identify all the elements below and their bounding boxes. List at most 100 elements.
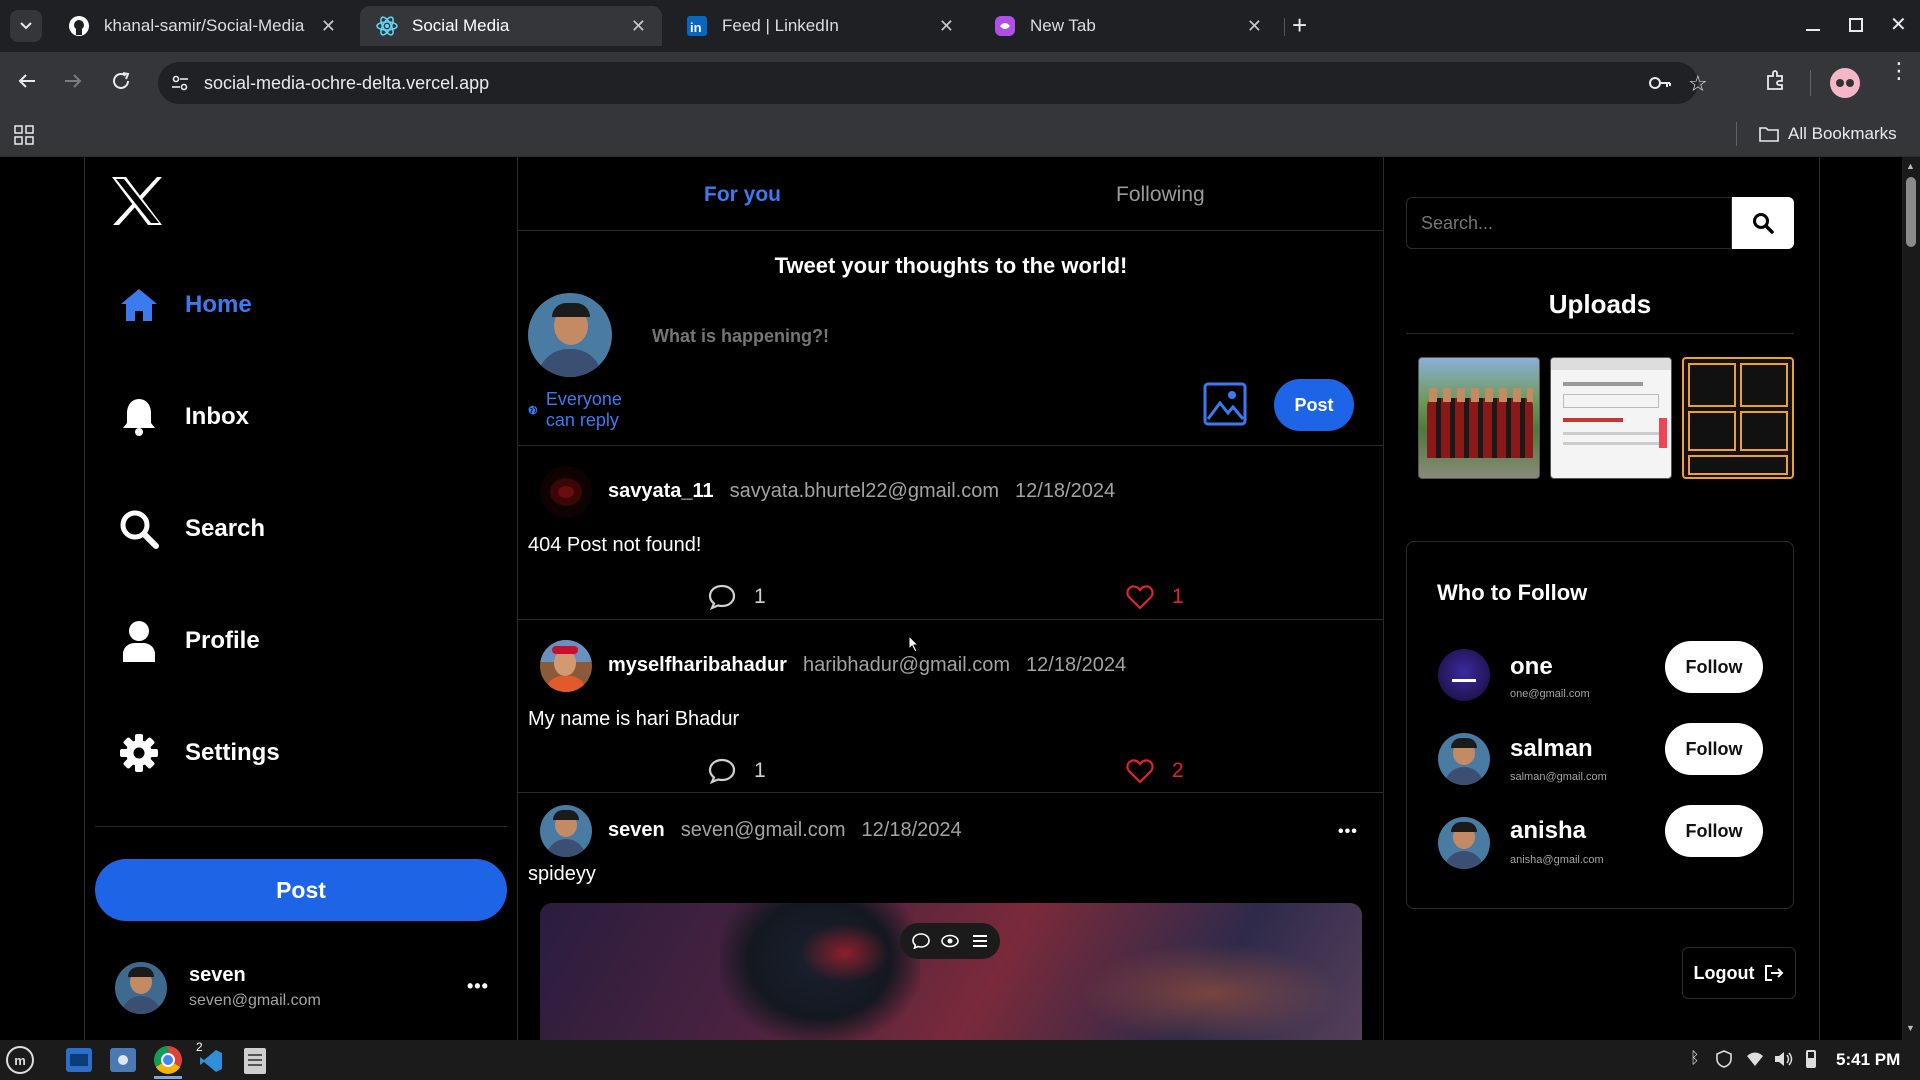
sidebar-item-profile[interactable]: Profile bbox=[117, 619, 260, 663]
menu-icon[interactable]: ⋮ bbox=[1888, 60, 1910, 82]
wifi-icon[interactable] bbox=[1746, 1051, 1764, 1067]
avatar[interactable] bbox=[1438, 649, 1490, 701]
follow-button[interactable]: Follow bbox=[1665, 641, 1763, 693]
search-button[interactable] bbox=[1732, 197, 1794, 249]
arrow-right-icon bbox=[65, 74, 82, 88]
minimize-button[interactable] bbox=[1806, 14, 1822, 34]
reload-button[interactable] bbox=[110, 70, 132, 92]
logout-button[interactable]: Logout bbox=[1682, 947, 1796, 999]
upload-thumbnail[interactable] bbox=[1418, 357, 1540, 479]
like-button[interactable]: 2 bbox=[1126, 758, 1184, 784]
battery-icon[interactable] bbox=[1806, 1050, 1816, 1068]
close-icon[interactable]: ✕ bbox=[631, 16, 646, 37]
shield-icon[interactable] bbox=[1716, 1050, 1732, 1068]
sidebar-item-settings[interactable]: Settings bbox=[117, 731, 280, 775]
uploads-divider bbox=[1406, 333, 1794, 334]
avatar[interactable] bbox=[1438, 817, 1490, 869]
avatar[interactable] bbox=[540, 640, 592, 692]
scrollbar-thumb[interactable] bbox=[1906, 177, 1916, 247]
composer-post-button[interactable]: Post bbox=[1274, 379, 1354, 431]
github-icon bbox=[69, 16, 89, 36]
comment-button[interactable]: 1 bbox=[708, 758, 766, 784]
upload-thumbnail[interactable] bbox=[1682, 357, 1794, 479]
page-scrollbar[interactable]: ▲ ▼ bbox=[1902, 157, 1920, 1040]
eye-icon[interactable] bbox=[941, 934, 959, 948]
close-icon[interactable]: ✕ bbox=[1247, 16, 1262, 37]
back-button[interactable] bbox=[16, 70, 38, 92]
clock[interactable]: 5:41 PM bbox=[1836, 1050, 1900, 1070]
text-editor-icon[interactable] bbox=[244, 1048, 266, 1074]
extensions-button[interactable] bbox=[1764, 68, 1788, 92]
chat-bubble-icon[interactable] bbox=[911, 933, 930, 949]
chevron-down-icon bbox=[20, 22, 32, 30]
post-username[interactable]: seven bbox=[608, 819, 665, 842]
all-bookmarks-button[interactable]: All Bookmarks bbox=[1758, 124, 1897, 144]
comment-count: 1 bbox=[754, 585, 766, 608]
vscode-icon[interactable]: 2 bbox=[196, 1040, 224, 1074]
bookmarks-divider bbox=[1736, 122, 1737, 146]
avatar[interactable] bbox=[540, 466, 592, 518]
address-bar[interactable]: social-media-ochre-delta.vercel.app ☆ bbox=[158, 62, 1708, 104]
sidebar-item-search[interactable]: Search bbox=[117, 507, 265, 551]
tab-linkedin[interactable]: in Feed | LinkedIn ✕ bbox=[670, 6, 970, 46]
reply-setting[interactable]: Everyone can reply bbox=[528, 389, 630, 431]
tab-github[interactable]: khanal-samir/Social-Media ✕ bbox=[52, 6, 352, 46]
feed-tabs: For you Following bbox=[518, 157, 1384, 231]
app-count-badge: 2 bbox=[196, 1040, 203, 1054]
tab-search-dropdown[interactable] bbox=[10, 10, 42, 42]
follow-button[interactable]: Follow bbox=[1665, 805, 1763, 857]
close-icon[interactable]: ✕ bbox=[939, 16, 954, 37]
key-icon[interactable] bbox=[1648, 73, 1672, 93]
post-username[interactable]: savyata_11 bbox=[608, 480, 714, 503]
uploads-title: Uploads bbox=[1548, 289, 1652, 319]
comment-button[interactable]: 1 bbox=[708, 584, 766, 610]
tab-following[interactable]: Following bbox=[1116, 183, 1205, 207]
profile-avatar[interactable] bbox=[1830, 68, 1860, 98]
more-options-icon[interactable]: ••• bbox=[467, 976, 489, 997]
list-icon[interactable] bbox=[971, 934, 989, 948]
volume-icon[interactable] bbox=[1774, 1051, 1794, 1067]
composer-input[interactable] bbox=[652, 321, 1152, 351]
post-item: savyata_11 savyata.bhurtel22@gmail.com 1… bbox=[518, 446, 1384, 620]
current-user-card[interactable]: seven seven@gmail.com ••• bbox=[115, 962, 505, 1018]
browser-tab-strip: khanal-samir/Social-Media ✕ Social Media… bbox=[0, 0, 1920, 52]
x-logo[interactable] bbox=[109, 175, 165, 227]
current-user-name: seven bbox=[189, 964, 246, 986]
avatar[interactable] bbox=[1438, 733, 1490, 785]
files-app-icon[interactable] bbox=[66, 1048, 92, 1072]
tab-title: khanal-samir/Social-Media bbox=[104, 16, 305, 35]
sidebar-item-inbox[interactable]: Inbox bbox=[117, 395, 249, 439]
forward-button[interactable] bbox=[62, 70, 84, 92]
post-date: 12/18/2024 bbox=[1015, 480, 1116, 502]
like-button[interactable]: 1 bbox=[1126, 584, 1184, 610]
sidebar-item-home[interactable]: Home bbox=[117, 283, 252, 327]
bluetooth-icon[interactable]: ᛒ bbox=[1690, 1050, 1700, 1068]
follow-button[interactable]: Follow bbox=[1665, 723, 1763, 775]
star-icon[interactable]: ☆ bbox=[1688, 71, 1708, 97]
sidebar-item-label: Profile bbox=[185, 627, 260, 654]
apps-grid-icon[interactable] bbox=[14, 125, 34, 145]
tab-social-media[interactable]: Social Media ✕ bbox=[360, 6, 662, 46]
tab-new-tab[interactable]: New Tab ✕ bbox=[978, 6, 1278, 46]
tab-for-you[interactable]: For you bbox=[704, 183, 781, 207]
post-more-icon[interactable]: ••• bbox=[1338, 823, 1358, 841]
restore-button[interactable] bbox=[1849, 18, 1863, 32]
close-window-button[interactable]: ✕ bbox=[1890, 12, 1907, 37]
post-username[interactable]: myselfharibahadur bbox=[608, 654, 787, 677]
file-manager-icon[interactable] bbox=[110, 1048, 136, 1072]
upload-thumbnail[interactable] bbox=[1550, 357, 1672, 479]
suggestion-name[interactable]: salman bbox=[1510, 735, 1593, 763]
arrow-left-icon bbox=[18, 74, 35, 88]
chrome-icon[interactable] bbox=[154, 1046, 182, 1074]
start-menu-icon[interactable]: m bbox=[6, 1046, 34, 1074]
post-button[interactable]: Post bbox=[95, 859, 507, 921]
suggestion-name[interactable]: one bbox=[1510, 653, 1553, 681]
site-info-icon[interactable] bbox=[170, 73, 190, 93]
new-tab-button[interactable]: + bbox=[1292, 12, 1307, 38]
avatar[interactable] bbox=[540, 805, 592, 857]
search-input[interactable] bbox=[1406, 197, 1732, 249]
image-overlay-toolbar bbox=[900, 923, 1000, 959]
close-icon[interactable]: ✕ bbox=[321, 16, 336, 37]
image-upload-icon[interactable] bbox=[1202, 381, 1248, 427]
suggestion-name[interactable]: anisha bbox=[1510, 817, 1586, 845]
